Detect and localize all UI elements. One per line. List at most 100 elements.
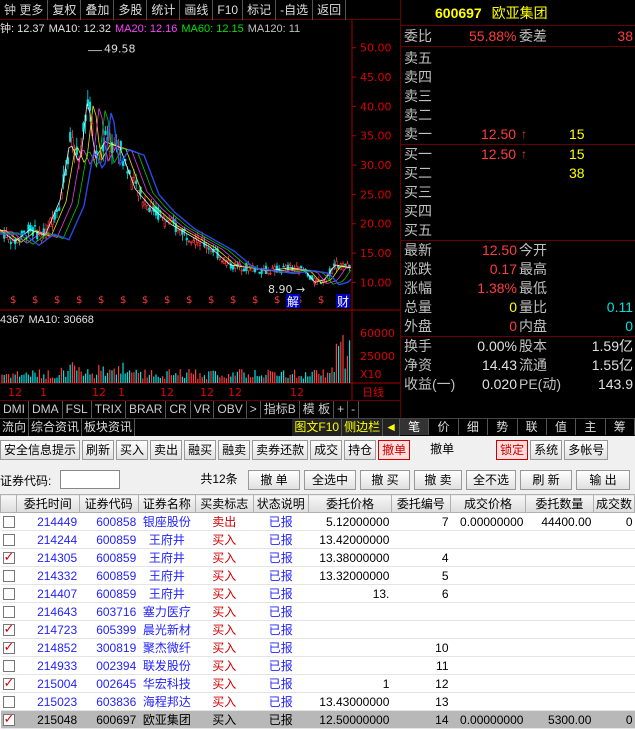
filter-button[interactable]: 全选中 (304, 470, 356, 490)
volume-bar (126, 372, 128, 383)
toolbar-button[interactable]: 卖出 (150, 440, 183, 460)
toolbar-button[interactable]: 成交 (310, 440, 343, 460)
kline-chart[interactable]: 50.00 45.00 40.00 35.00 30.00 25.00 20.00 15.00… (0, 0, 400, 400)
filter-button[interactable]: 撤 买 (360, 470, 410, 490)
toolbar-button[interactable]: 锁定 (496, 440, 529, 460)
row-checkbox[interactable] (2, 516, 15, 529)
filter-button[interactable]: 刷 新 (520, 470, 572, 490)
table-row[interactable]: 215048600697欧亚集团买入已报12.50000000140.00000… (0, 710, 635, 729)
chart-toolbar-item[interactable]: 标记 (243, 0, 277, 20)
indicator-tab[interactable]: > (247, 401, 261, 419)
chart-toolbar-item[interactable]: 叠加 (81, 0, 115, 20)
chart-toolbar-item[interactable]: F10 (213, 0, 244, 20)
quote-tab[interactable]: 值 (547, 419, 577, 435)
info-tab[interactable]: 图文F10 (292, 419, 343, 436)
indicator-tab[interactable]: CR (166, 401, 191, 419)
info-tab[interactable]: 流向 (0, 419, 30, 436)
row-checkbox[interactable] (2, 606, 15, 619)
quote-tab[interactable]: 主 (576, 419, 606, 435)
indicator-tab[interactable]: VR (191, 401, 215, 419)
candle-body (315, 280, 318, 285)
column-header[interactable]: 买卖标志 (195, 494, 254, 513)
quote-tab[interactable]: 联 (518, 419, 547, 435)
indicator-tab[interactable]: DMA (29, 401, 63, 419)
row-checkbox[interactable] (2, 711, 15, 727)
toolbar-button[interactable]: 撤单 (412, 440, 472, 460)
quote-tab[interactable]: 笔 (400, 419, 430, 435)
table-row[interactable]: 214244 600859 王府井 买入 已报 13.42000000 (0, 530, 635, 549)
indicator-tab[interactable]: FSL (63, 401, 92, 419)
info-tab[interactable]: ◄ (383, 419, 400, 436)
chart-toolbar-item[interactable]: 统计 (147, 0, 181, 20)
toolbar-button[interactable]: 安全信息提示 (0, 440, 81, 460)
row-checkbox[interactable] (2, 696, 15, 709)
row-checkbox[interactable] (2, 675, 15, 691)
chart-toolbar-item[interactable]: 画线 (180, 0, 214, 20)
candle-body (207, 248, 210, 250)
chart-toolbar-item[interactable]: 返回 (313, 0, 347, 20)
column-header[interactable]: 委托价格 (308, 494, 392, 513)
table-row[interactable]: 215023 603836 海程邦达 买入 已报 13.43000000 13 (0, 692, 635, 711)
table-row[interactable]: 214643 603716 塞力医疗 买入 已报 (0, 602, 635, 621)
toolbar-button[interactable]: 卖券还款 (252, 440, 309, 460)
toolbar-button[interactable]: 刷新 (82, 440, 115, 460)
row-checkbox[interactable] (2, 660, 15, 673)
chart-toolbar-item[interactable]: 复权 (48, 0, 82, 20)
column-header[interactable]: 委托时间 (16, 494, 80, 513)
indicator-tab[interactable]: DMI (0, 401, 29, 419)
quote-tab[interactable]: 细 (459, 419, 489, 435)
table-row[interactable]: 215004002645华宏科技买入已报112 (0, 674, 635, 693)
chart-toolbar-item[interactable]: -自选 (276, 0, 314, 20)
table-row[interactable]: 214933 002394 联发股份 买入 已报 11 (0, 656, 635, 675)
column-header[interactable]: 成交数 (592, 494, 635, 513)
column-header[interactable]: 证券代码 (78, 494, 139, 513)
column-header[interactable]: 成交价格 (450, 494, 526, 513)
column-header[interactable]: 证券名称 (137, 494, 197, 513)
info-tab[interactable]: 综合资讯 (29, 419, 83, 436)
column-header[interactable]: 委托编号 (390, 494, 452, 513)
toolbar-button[interactable]: 撤单 (378, 440, 411, 460)
table-row[interactable]: 214407 600859 王府井 买入 已报 13. 6 (0, 584, 635, 603)
row-checkbox[interactable] (2, 570, 15, 583)
info-tab[interactable]: 侧边栏 (342, 419, 384, 436)
column-header[interactable]: 委托数量 (524, 494, 594, 513)
code-filter-input[interactable] (60, 470, 120, 489)
info-tab[interactable]: 板块资讯 (82, 419, 136, 436)
filter-button[interactable]: 输 出 (576, 470, 630, 490)
table-row[interactable]: 214449 600858 银座股份 卖出 已报 5.12000000 7 0.0000000… (0, 512, 635, 531)
row-checkbox[interactable] (2, 549, 15, 565)
filter-button[interactable]: 全不选 (466, 470, 516, 490)
chart-toolbar-item[interactable]: 多股 (114, 0, 148, 20)
quote-tab[interactable]: 势 (488, 419, 518, 435)
row-checkbox[interactable] (2, 621, 15, 637)
indicator-tab[interactable]: TRIX (92, 401, 127, 419)
filter-button[interactable]: 撤 卖 (414, 470, 462, 490)
volume-bar (30, 376, 32, 383)
toolbar-button[interactable]: 系统 (530, 440, 563, 460)
row-checkbox[interactable] (2, 588, 15, 601)
indicator-tab[interactable]: + (334, 401, 349, 419)
order-grid[interactable]: 委托时间 证券代码 证券名称 买卖标志 状态说明 委托价格 委托编号 成交价格 委托数量 成交数 … (0, 494, 635, 730)
table-row[interactable]: 214305600859王府井买入已报13.380000004 (0, 548, 635, 567)
quote-tab[interactable]: 价 (429, 419, 459, 435)
indicator-tab[interactable]: BRAR (126, 401, 167, 419)
table-row[interactable]: 214852300819聚杰微纤买入已报 10 (0, 638, 635, 657)
kline-chart-area[interactable]: 50.00 45.00 40.00 35.00 30.00 25.00 20.00 15.00… (0, 0, 400, 420)
chart-toolbar-item[interactable]: 钟 更多 (0, 0, 49, 20)
toolbar-button[interactable]: 融卖 (218, 440, 251, 460)
quote-tab[interactable]: 筹 (606, 419, 635, 435)
toolbar-button[interactable]: 持仓 (344, 440, 377, 460)
toolbar-button[interactable]: 买入 (116, 440, 149, 460)
table-row[interactable]: 214332 600859 王府井 买入 已报 13.32000000 5 (0, 566, 635, 585)
indicator-tab[interactable]: 模 板 (300, 401, 335, 419)
indicator-tab[interactable]: - (348, 401, 360, 419)
row-checkbox[interactable] (2, 534, 15, 547)
filter-button[interactable]: 撤 单 (248, 470, 300, 490)
indicator-tab[interactable]: 指标B (261, 401, 300, 419)
toolbar-button[interactable]: 多帐号 (564, 440, 609, 460)
table-row[interactable]: 214723605399晨光新材买入已报 (0, 620, 635, 639)
indicator-tab[interactable]: OBV (214, 401, 247, 419)
row-checkbox[interactable] (2, 639, 15, 655)
toolbar-button[interactable]: 融买 (184, 440, 217, 460)
column-header[interactable]: 状态说明 (252, 494, 310, 513)
